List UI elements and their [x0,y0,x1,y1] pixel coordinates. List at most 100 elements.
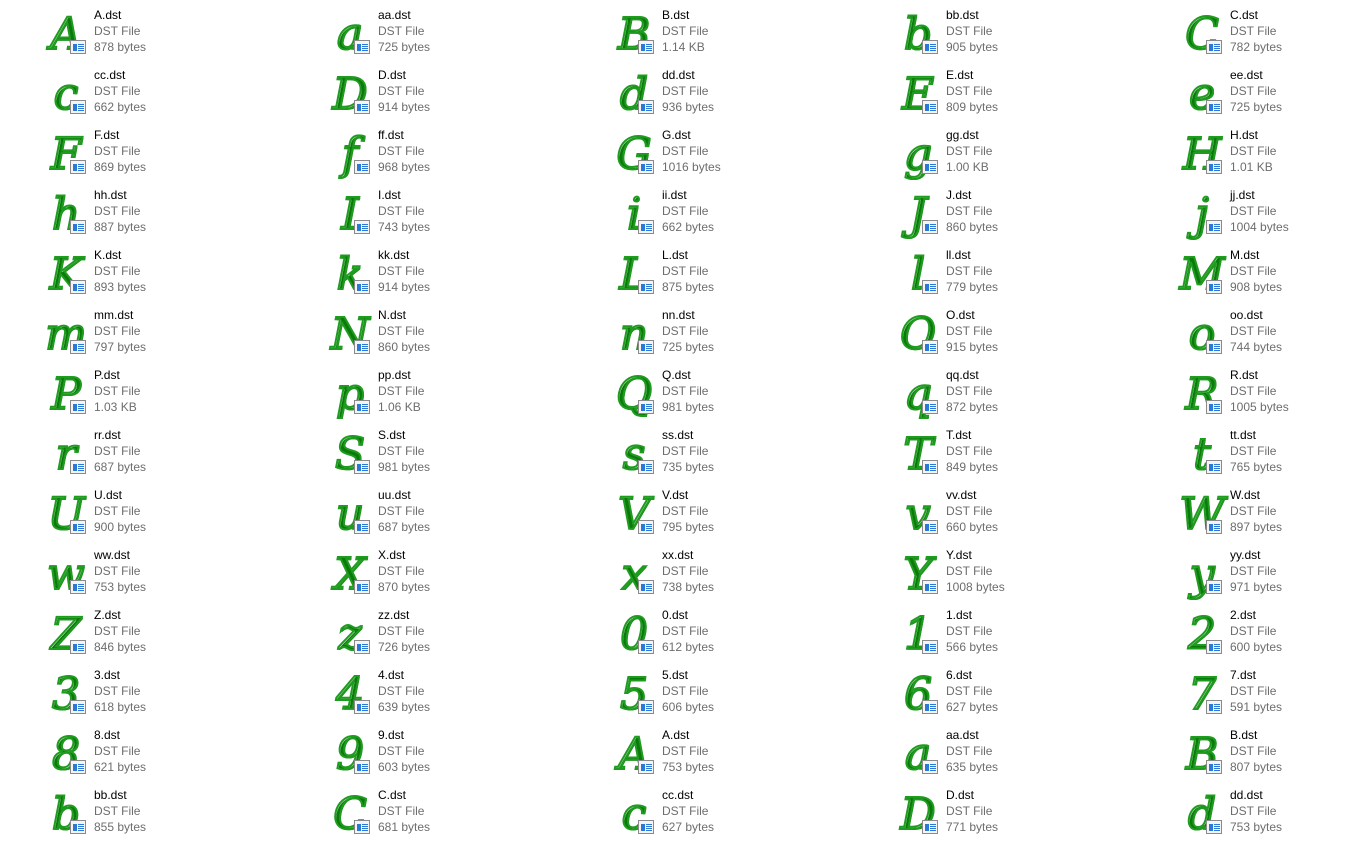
document-type-icon [638,520,654,534]
file-item[interactable]: N N.dst DST File 860 bytes [324,308,594,364]
file-item[interactable]: 2 2.dst DST File 600 bytes [1176,608,1349,664]
file-item[interactable]: j jj.dst DST File 1004 bytes [1176,188,1349,244]
file-type: DST File [1230,804,1277,818]
file-item[interactable]: Z Z.dst DST File 846 bytes [40,608,310,664]
file-item[interactable]: W W.dst DST File 897 bytes [1176,488,1349,544]
file-item[interactable]: L L.dst DST File 875 bytes [608,248,878,304]
file-type: DST File [946,504,993,518]
file-item[interactable]: Q Q.dst DST File 981 bytes [608,368,878,424]
file-item[interactable]: A A.dst DST File 753 bytes [608,728,878,784]
file-size: 875 bytes [662,280,715,294]
file-item[interactable]: T T.dst DST File 849 bytes [892,428,1162,484]
file-name: zz.dst [378,608,410,622]
file-item[interactable]: w ww.dst DST File 753 bytes [40,548,310,604]
file-item[interactable]: U U.dst DST File 900 bytes [40,488,310,544]
file-item[interactable]: B B.dst DST File 807 bytes [1176,728,1349,784]
file-item[interactable]: s ss.dst DST File 735 bytes [608,428,878,484]
file-item[interactable]: m mm.dst DST File 797 bytes [40,308,310,364]
file-item[interactable]: p pp.dst DST File 1.06 KB [324,368,594,424]
file-item[interactable]: i ii.dst DST File 662 bytes [608,188,878,244]
file-type: DST File [378,204,425,218]
file-type: DST File [94,24,141,38]
file-item[interactable]: B B.dst DST File 1.14 KB [608,8,878,64]
document-type-icon [1206,580,1222,594]
file-type: DST File [378,624,425,638]
file-item[interactable]: u uu.dst DST File 687 bytes [324,488,594,544]
document-type-icon [1206,520,1222,534]
file-size: 849 bytes [946,460,999,474]
file-item[interactable]: t tt.dst DST File 765 bytes [1176,428,1349,484]
file-item[interactable]: v vv.dst DST File 660 bytes [892,488,1162,544]
file-item[interactable]: G G.dst DST File 1016 bytes [608,128,878,184]
file-size: 738 bytes [662,580,715,594]
file-type: DST File [1230,744,1277,758]
file-item[interactable]: k kk.dst DST File 914 bytes [324,248,594,304]
file-item[interactable]: y yy.dst DST File 971 bytes [1176,548,1349,604]
file-item[interactable]: q qq.dst DST File 872 bytes [892,368,1162,424]
file-name: 0.dst [662,608,689,622]
file-item[interactable]: x xx.dst DST File 738 bytes [608,548,878,604]
file-item[interactable]: I I.dst DST File 743 bytes [324,188,594,244]
file-item[interactable]: R R.dst DST File 1005 bytes [1176,368,1349,424]
file-item[interactable]: K K.dst DST File 893 bytes [40,248,310,304]
file-size: 855 bytes [94,820,147,834]
file-item[interactable]: F F.dst DST File 869 bytes [40,128,310,184]
file-item[interactable]: V V.dst DST File 795 bytes [608,488,878,544]
file-item[interactable]: C C.dst DST File 782 bytes [1176,8,1349,64]
file-item[interactable]: a aa.dst DST File 635 bytes [892,728,1162,784]
file-item[interactable]: M M.dst DST File 908 bytes [1176,248,1349,304]
file-type: DST File [1230,624,1277,638]
file-item[interactable]: g gg.dst DST File 1.00 KB [892,128,1162,184]
file-item[interactable]: c cc.dst DST File 662 bytes [40,68,310,124]
file-size: 603 bytes [378,760,431,774]
file-size: 1004 bytes [1230,220,1289,234]
file-item[interactable]: d dd.dst DST File 936 bytes [608,68,878,124]
file-item[interactable]: n nn.dst DST File 725 bytes [608,308,878,364]
file-item[interactable]: b bb.dst DST File 905 bytes [892,8,1162,64]
file-item[interactable]: X X.dst DST File 870 bytes [324,548,594,604]
file-item[interactable]: S S.dst DST File 981 bytes [324,428,594,484]
file-size: 1008 bytes [946,580,1005,594]
file-item[interactable]: 1 1.dst DST File 566 bytes [892,608,1162,664]
file-item[interactable]: 5 5.dst DST File 606 bytes [608,668,878,724]
file-item[interactable]: C C.dst DST File 681 bytes [324,788,594,844]
file-item[interactable]: D D.dst DST File 771 bytes [892,788,1162,844]
file-item[interactable]: Y Y.dst DST File 1008 bytes [892,548,1162,604]
document-type-icon [1206,40,1222,54]
file-item[interactable]: E E.dst DST File 809 bytes [892,68,1162,124]
file-size: 687 bytes [378,520,431,534]
file-item[interactable]: D D.dst DST File 914 bytes [324,68,594,124]
file-type: DST File [378,444,425,458]
file-type: DST File [378,504,425,518]
file-type: DST File [946,324,993,338]
file-item[interactable]: 8 8.dst DST File 621 bytes [40,728,310,784]
file-item[interactable]: J J.dst DST File 860 bytes [892,188,1162,244]
file-item[interactable]: o oo.dst DST File 744 bytes [1176,308,1349,364]
file-item[interactable]: f ff.dst DST File 968 bytes [324,128,594,184]
file-item[interactable]: A A.dst DST File 878 bytes [40,8,310,64]
file-item[interactable]: P P.dst DST File 1.03 KB [40,368,310,424]
file-item[interactable]: e ee.dst DST File 725 bytes [1176,68,1349,124]
file-size: 900 bytes [94,520,147,534]
file-item[interactable]: 9 9.dst DST File 603 bytes [324,728,594,784]
file-size: 981 bytes [662,400,715,414]
file-item[interactable]: d dd.dst DST File 753 bytes [1176,788,1349,844]
file-item[interactable]: 7 7.dst DST File 591 bytes [1176,668,1349,724]
file-item[interactable]: O O.dst DST File 915 bytes [892,308,1162,364]
file-name: S.dst [378,428,406,442]
file-item[interactable]: 0 0.dst DST File 612 bytes [608,608,878,664]
file-item[interactable]: 4 4.dst DST File 639 bytes [324,668,594,724]
file-item[interactable]: r rr.dst DST File 687 bytes [40,428,310,484]
file-name: Q.dst [662,368,691,382]
file-item[interactable]: l ll.dst DST File 779 bytes [892,248,1162,304]
file-item[interactable]: b bb.dst DST File 855 bytes [40,788,310,844]
file-item[interactable]: a aa.dst DST File 725 bytes [324,8,594,64]
file-item[interactable]: H H.dst DST File 1.01 KB [1176,128,1349,184]
file-item[interactable]: c cc.dst DST File 627 bytes [608,788,878,844]
file-item[interactable]: 6 6.dst DST File 627 bytes [892,668,1162,724]
file-name: B.dst [1230,728,1258,742]
file-item[interactable]: z zz.dst DST File 726 bytes [324,608,594,664]
file-item[interactable]: 3 3.dst DST File 618 bytes [40,668,310,724]
file-item[interactable]: h hh.dst DST File 887 bytes [40,188,310,244]
file-name: L.dst [662,248,689,262]
